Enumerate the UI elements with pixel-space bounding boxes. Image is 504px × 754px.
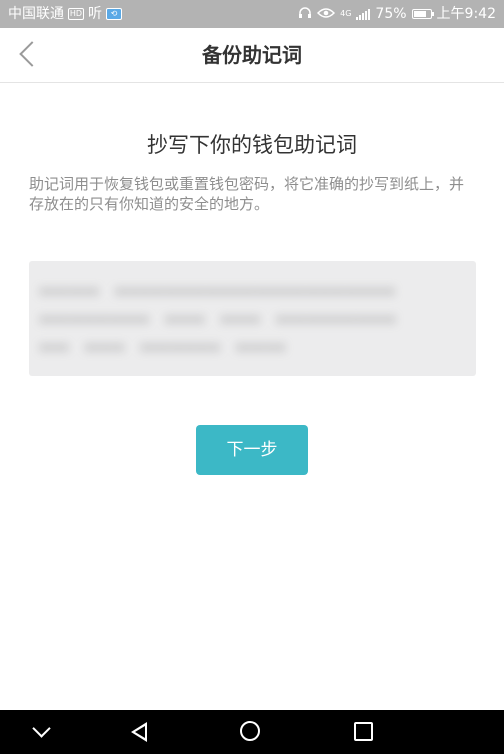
status-left: 中国联通 HD 听 ⟲ <box>8 0 122 28</box>
status-bar: 中国联通 HD 听 ⟲ 4G 75% 上午9:42 <box>0 0 504 28</box>
network-type-label: 4G <box>340 9 352 18</box>
section-heading: 抄写下你的钱包助记词 <box>147 133 357 157</box>
mnemonic-words: •••••• •••••••••••••••••••••••••••• ••••… <box>39 283 397 359</box>
battery-fill <box>413 11 426 17</box>
next-step-button[interactable]: 下一步 <box>196 425 308 475</box>
battery-icon <box>411 9 434 19</box>
status-right: 4G 75% 上午9:42 <box>298 0 496 28</box>
page-title: 备份助记词 <box>202 43 302 67</box>
nav-bar: 备份助记词 <box>0 28 504 83</box>
home-circle-icon[interactable] <box>227 710 277 754</box>
hd-badge-icon: HD <box>68 8 84 20</box>
carrier-label: 中国联通 <box>8 6 64 22</box>
battery-percent: 75% <box>375 6 407 22</box>
headphone-icon <box>298 6 312 22</box>
chevron-down-icon[interactable] <box>17 710 67 754</box>
description-text: 助记词用于恢复钱包或重置钱包密码，将它准确的抄写到纸上，并存放在的只有你知道的安… <box>29 175 465 213</box>
eye-icon <box>317 7 336 22</box>
recent-apps-icon[interactable] <box>339 710 389 754</box>
back-triangle-icon[interactable] <box>115 710 165 754</box>
system-nav-bar <box>0 710 504 754</box>
app-notification-icon: ⟲ <box>106 8 122 20</box>
mnemonic-box: •••••• •••••••••••••••••••••••••••• ••••… <box>29 261 476 376</box>
clock: 上午9:42 <box>436 6 496 22</box>
signal-icon <box>356 8 371 20</box>
listen-label: 听 <box>88 6 102 22</box>
